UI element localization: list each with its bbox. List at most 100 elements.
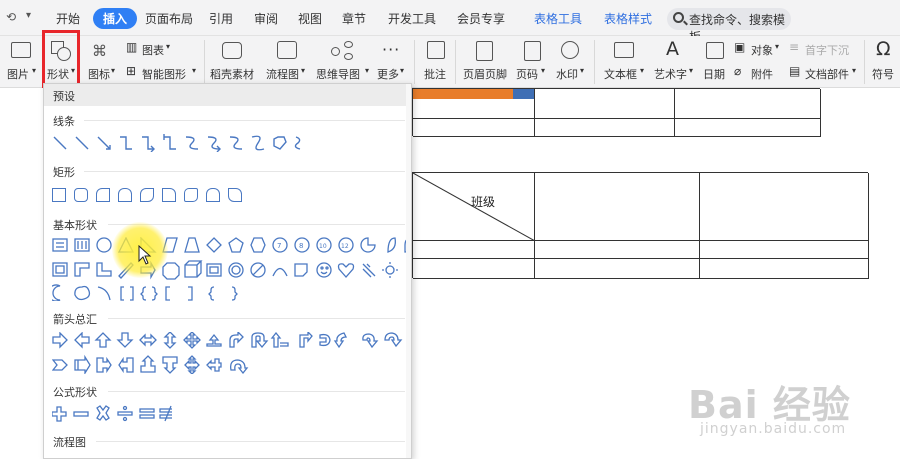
diagonal-header-cell[interactable]: 班级 — [413, 173, 535, 241]
textbox-dropdown-icon[interactable]: ▾ — [640, 66, 644, 75]
tab-view[interactable]: 视图 — [298, 10, 322, 27]
smart-graphic-button[interactable]: 智能图形 — [142, 66, 186, 82]
chart-button[interactable]: 图表 — [142, 42, 164, 58]
svg-text:10: 10 — [319, 243, 327, 250]
flowchart-dropdown-icon[interactable]: ▾ — [301, 66, 305, 75]
watermark-button[interactable]: 水印 — [556, 66, 578, 82]
section-rectangles-label: 矩形 — [53, 166, 75, 179]
round-same-side-rectangle-shape[interactable] — [206, 188, 220, 202]
ribbon-separator — [414, 40, 415, 84]
more-icon: ··· — [382, 40, 401, 59]
tab-references[interactable]: 引用 — [209, 10, 233, 27]
table-cell[interactable] — [413, 259, 535, 279]
doc-parts-button[interactable]: 文档部件 — [805, 66, 849, 82]
dropcap-button[interactable]: 首字下沉 — [805, 42, 849, 58]
tab-page-layout[interactable]: 页面布局 — [145, 10, 193, 27]
tab-developer[interactable]: 开发工具 — [388, 10, 436, 27]
tab-table-style[interactable]: 表格样式 — [604, 10, 652, 27]
tab-insert[interactable]: 插入 — [93, 8, 138, 29]
table-cell[interactable] — [675, 89, 821, 119]
smart-graphic-dropdown-icon[interactable]: ▾ — [192, 66, 196, 75]
date-button[interactable]: 日期 — [703, 66, 725, 82]
round-diagonal-rectangle-shape[interactable] — [228, 188, 242, 202]
header-footer-icon — [476, 41, 493, 61]
object-icon: ▣ — [734, 40, 746, 54]
snip-corner-rectangle-shape[interactable] — [96, 188, 110, 202]
ribbon-separator — [864, 40, 865, 84]
round-single-corner-rectangle-shape[interactable] — [184, 188, 198, 202]
svg-text:12: 12 — [341, 243, 349, 250]
table-cell[interactable] — [700, 173, 869, 241]
undo-icon[interactable]: ⟲ — [6, 10, 16, 24]
table-cell[interactable] — [535, 259, 700, 279]
object-button[interactable]: 对象 — [751, 42, 773, 58]
icon-dropdown-icon[interactable]: ▾ — [111, 66, 115, 75]
menu-bar: ⟲ ▾ 开始 插入 页面布局 引用 审阅 视图 章节 开发工具 会员专享 表格工… — [0, 0, 900, 44]
equation-shapes-row[interactable] — [52, 405, 172, 423]
rectangle-shape[interactable] — [52, 188, 66, 202]
table-cell[interactable] — [535, 173, 700, 241]
ribbon-separator — [594, 40, 595, 84]
icon-button[interactable]: 图标 — [88, 66, 110, 82]
object-dropdown-icon[interactable]: ▾ — [775, 42, 779, 51]
lines-shape-row[interactable] — [52, 134, 302, 152]
table-cell[interactable] — [700, 241, 869, 259]
smart-graphic-icon: ⊞ — [126, 64, 137, 78]
paperclip-icon: ⌀ — [734, 64, 742, 78]
header-footer-button[interactable]: 页眉页脚 — [463, 66, 507, 82]
chart-dropdown-icon[interactable]: ▾ — [166, 42, 170, 51]
search-icon — [673, 12, 684, 23]
tab-table-tools[interactable]: 表格工具 — [534, 10, 582, 27]
section-lines-label: 线条 — [53, 115, 75, 128]
attachment-button[interactable]: 附件 — [751, 66, 773, 82]
ribbon-separator — [204, 40, 205, 84]
section-arrows-label: 箭头总汇 — [53, 313, 97, 326]
command-search[interactable]: 查找命令、搜索模板 — [667, 8, 791, 44]
quick-access-dropdown-icon[interactable]: ▾ — [26, 10, 31, 21]
snip-diagonal-rectangle-shape[interactable] — [140, 188, 154, 202]
page-number-dropdown-icon[interactable]: ▾ — [541, 66, 545, 75]
flowchart-button[interactable]: 流程图 — [266, 66, 299, 82]
tab-member[interactable]: 会员专享 — [457, 10, 505, 27]
tab-chapter[interactable]: 章节 — [342, 10, 366, 27]
icon-library-icon: ⌘ — [92, 42, 107, 60]
watermark-icon — [561, 41, 579, 59]
table-cell[interactable] — [675, 119, 821, 137]
comment-button[interactable]: 批注 — [424, 66, 446, 82]
shapes-dropdown: 预设 线条 矩形 基本形状 7 8 10 12 箭头总汇 公式形状 流程图 — [43, 83, 412, 459]
table-cell[interactable] — [535, 119, 675, 137]
table-cell[interactable] — [413, 89, 535, 119]
tab-review[interactable]: 审阅 — [254, 10, 278, 27]
arrow-shapes-grid[interactable] — [52, 332, 408, 374]
watermark-dropdown-icon[interactable]: ▾ — [580, 66, 584, 75]
mindmap-dropdown-icon[interactable]: ▾ — [365, 66, 369, 75]
more-dropdown-icon[interactable]: ▾ — [400, 66, 404, 75]
tab-home[interactable]: 开始 — [56, 10, 80, 27]
table-cell[interactable] — [413, 241, 535, 259]
stock-material-button[interactable]: 稻壳素材 — [210, 66, 254, 82]
table-cell[interactable] — [535, 241, 700, 259]
page-number-icon — [524, 41, 541, 61]
wordart-button[interactable]: 艺术字 — [654, 66, 687, 82]
mindmap-button[interactable]: 思维导图 — [316, 66, 360, 82]
snip-same-side-rectangle-shape[interactable] — [118, 188, 132, 202]
textbox-button[interactable]: 文本框 — [604, 66, 637, 82]
panel-scrollbar[interactable] — [406, 84, 411, 458]
table-cell[interactable] — [535, 89, 675, 119]
page-number-button[interactable]: 页码 — [516, 66, 538, 82]
table-cell[interactable] — [413, 119, 535, 137]
section-divider — [84, 171, 405, 172]
ribbon: 图片 ▾ 形状 ▾ ⌘ 图标 ▾ ▥ 图表 ▾ ⊞ 智能图形 ▾ 稻壳素材 流程… — [0, 36, 900, 88]
symbol-button[interactable]: 符号 — [872, 66, 894, 82]
picture-button[interactable]: 图片 — [7, 66, 29, 82]
bar-chart-icon: ▥ — [126, 40, 138, 54]
picture-dropdown-icon[interactable]: ▾ — [32, 66, 36, 75]
wordart-dropdown-icon[interactable]: ▾ — [689, 66, 693, 75]
table-cell[interactable] — [700, 259, 869, 279]
basic-shapes-grid[interactable]: 7 8 10 12 — [52, 237, 408, 301]
more-button[interactable]: 更多 — [377, 66, 399, 82]
header-cell-text: 班级 — [471, 195, 496, 209]
doc-parts-dropdown-icon[interactable]: ▾ — [852, 66, 856, 75]
rounded-rectangle-shape[interactable] — [74, 188, 88, 202]
snip-round-rectangle-shape[interactable] — [162, 188, 176, 202]
